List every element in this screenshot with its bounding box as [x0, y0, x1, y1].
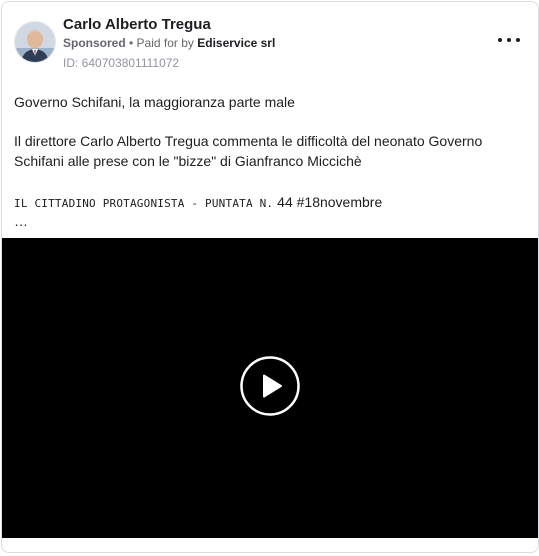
more-horizontal-icon: [498, 38, 502, 42]
more-options-button[interactable]: [498, 32, 520, 48]
paid-for-prefix: Paid for by: [136, 36, 198, 50]
avatar[interactable]: [14, 21, 56, 63]
ad-id: ID: 640703801111072: [63, 56, 180, 70]
avatar-image: [15, 22, 55, 62]
sponsorship-line: Sponsored • Paid for by Ediservice srl: [63, 36, 275, 50]
post-body: Il direttore Carlo Alberto Tregua commen…: [14, 133, 483, 169]
sponsored-label: Sponsored: [63, 36, 126, 50]
post-series-line: IL CITTADINO PROTAGONISTA - PUNTATA N. 4…: [14, 192, 519, 214]
series-episode: 44 #18novembre: [273, 194, 383, 210]
video-player[interactable]: [2, 238, 538, 538]
ad-card: Carlo Alberto Tregua Sponsored • Paid fo…: [1, 1, 539, 553]
author-name[interactable]: Carlo Alberto Tregua: [63, 16, 211, 33]
see-more-ellipsis[interactable]: …: [14, 213, 28, 229]
series-title: IL CITTADINO PROTAGONISTA - PUNTATA N.: [14, 197, 274, 210]
play-icon[interactable]: [240, 356, 300, 416]
separator: •: [125, 36, 137, 50]
payer-name[interactable]: Ediservice srl: [197, 36, 275, 50]
post-headline: Governo Schifani, la maggioranza parte m…: [14, 94, 295, 110]
